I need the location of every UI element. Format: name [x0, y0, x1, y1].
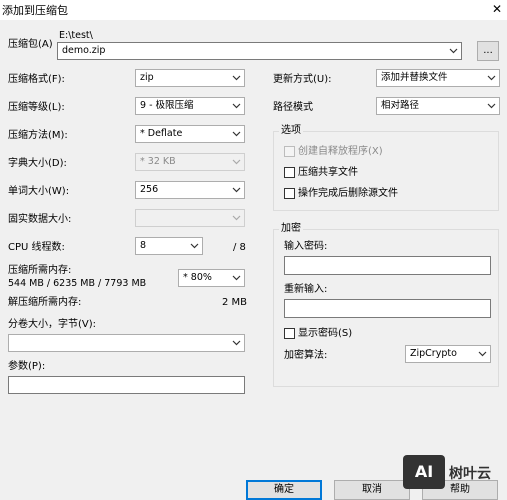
- threads-max: / 8: [233, 242, 246, 253]
- chevron-down-icon: [232, 131, 241, 137]
- threads-select[interactable]: 8: [135, 237, 203, 255]
- title-bar: 添加到压缩包 ✕: [0, 0, 507, 20]
- show-password-label[interactable]: 显示密码(S): [298, 327, 352, 340]
- chevron-down-icon: [478, 351, 487, 357]
- sfx-checkbox: [284, 146, 295, 157]
- params-input[interactable]: [8, 376, 245, 394]
- format-value: zip: [140, 72, 154, 83]
- word-label: 单词大小(W):: [8, 186, 70, 197]
- word-select[interactable]: 256: [135, 181, 245, 199]
- pathmode-select[interactable]: 相对路径: [376, 97, 500, 115]
- memory-value: * 80%: [183, 272, 212, 283]
- dict-label: 字典大小(D):: [8, 158, 67, 169]
- chevron-down-icon: [232, 187, 241, 193]
- chevron-down-icon: [232, 215, 241, 221]
- sfx-label: 创建自释放程序(X): [298, 146, 383, 157]
- enc-method-select[interactable]: ZipCrypto: [405, 345, 491, 363]
- archive-path: E:\test\: [59, 30, 93, 41]
- reenter-label: 重新输入:: [284, 284, 328, 295]
- method-value: * Deflate: [140, 128, 183, 139]
- level-label: 压缩等级(L):: [8, 102, 65, 113]
- split-label: 分卷大小，字节(V):: [8, 319, 97, 330]
- level-value: 9 - 极限压缩: [140, 100, 194, 111]
- delete-checkbox[interactable]: [284, 188, 295, 199]
- decomp-value: 2 MB: [222, 297, 248, 308]
- encryption-title: 加密: [279, 222, 303, 235]
- chevron-down-icon: [190, 243, 199, 249]
- window-title: 添加到压缩包: [2, 4, 68, 17]
- ok-button[interactable]: 确定: [246, 480, 322, 500]
- update-value: 添加并替换文件: [381, 72, 448, 83]
- dict-select: * 32 KB: [135, 153, 245, 171]
- method-label: 压缩方法(M):: [8, 130, 68, 141]
- level-select[interactable]: 9 - 极限压缩: [135, 97, 245, 115]
- chevron-down-icon: [487, 103, 496, 109]
- update-select[interactable]: 添加并替换文件: [376, 69, 500, 87]
- delete-label[interactable]: 操作完成后删除源文件: [298, 187, 398, 200]
- archive-label: 压缩包(A): [8, 39, 53, 50]
- archive-name-value: demo.zip: [62, 45, 106, 56]
- shared-label[interactable]: 压缩共享文件: [298, 166, 358, 179]
- decomp-label: 解压缩所需内存:: [8, 297, 82, 308]
- format-select[interactable]: zip: [135, 69, 245, 87]
- update-label: 更新方式(U):: [273, 74, 332, 85]
- threads-label: CPU 线程数:: [8, 242, 65, 253]
- memory-select[interactable]: * 80%: [178, 269, 245, 287]
- chevron-down-icon: [449, 48, 458, 54]
- options-title: 选项: [279, 124, 303, 137]
- chevron-down-icon: [232, 103, 241, 109]
- chevron-down-icon: [487, 75, 496, 81]
- watermark-text: 树叶云: [449, 466, 491, 482]
- chevron-down-icon: [232, 159, 241, 165]
- enc-method-label: 加密算法:: [284, 350, 328, 361]
- threads-value: 8: [140, 240, 147, 251]
- cancel-button[interactable]: 取消: [334, 480, 410, 500]
- chevron-down-icon: [232, 340, 241, 346]
- word-value: 256: [140, 184, 159, 195]
- memory-detail: 544 MB / 6235 MB / 7793 MB: [8, 278, 147, 289]
- dict-value: * 32 KB: [140, 156, 176, 167]
- close-icon[interactable]: ✕: [487, 0, 507, 20]
- chevron-down-icon: [232, 275, 241, 281]
- password-label: 输入密码:: [284, 241, 328, 252]
- show-password-checkbox[interactable]: [284, 328, 295, 339]
- pathmode-label: 路径模式: [273, 102, 313, 113]
- solid-label: 固实数据大小:: [8, 214, 72, 225]
- watermark-logo: AI: [403, 455, 445, 489]
- chevron-down-icon: [232, 75, 241, 81]
- format-label: 压缩格式(F):: [8, 74, 65, 85]
- browse-button[interactable]: ...: [477, 41, 499, 61]
- password-input[interactable]: [284, 256, 491, 275]
- shared-checkbox[interactable]: [284, 167, 295, 178]
- enc-method-value: ZipCrypto: [410, 348, 457, 359]
- split-select[interactable]: [8, 334, 245, 352]
- reenter-input[interactable]: [284, 299, 491, 318]
- pathmode-value: 相对路径: [381, 100, 420, 111]
- method-select[interactable]: * Deflate: [135, 125, 245, 143]
- params-label: 参数(P):: [8, 361, 46, 372]
- archive-name-combo[interactable]: demo.zip: [57, 42, 462, 60]
- memory-label: 压缩所需内存:: [8, 265, 72, 276]
- solid-select: [135, 209, 245, 227]
